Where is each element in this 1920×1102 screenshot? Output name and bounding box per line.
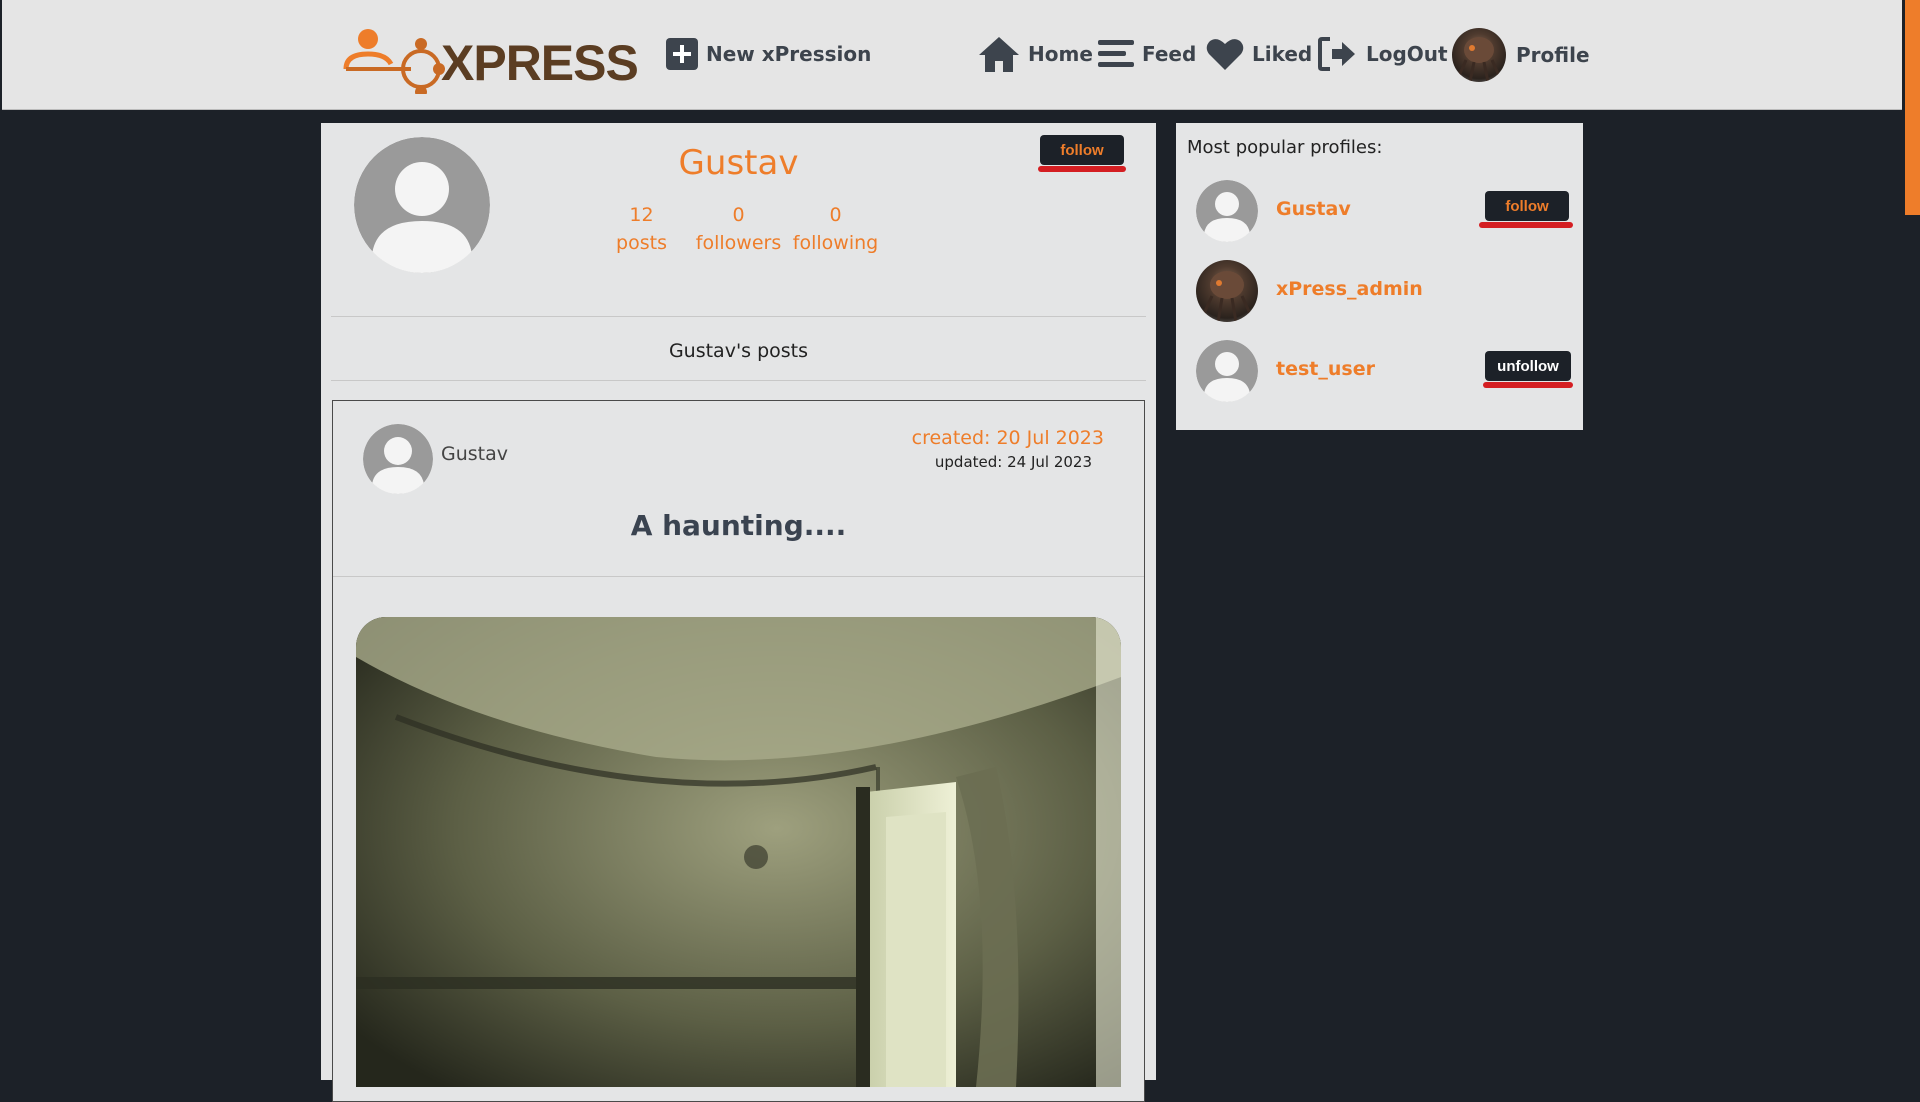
popular-profile-item: test_user unfollow: [1196, 340, 1576, 404]
stat-label: followers: [695, 232, 782, 254]
nav-new-xpression[interactable]: New xPression: [666, 34, 871, 74]
haunted-room-photo: [356, 617, 1121, 1087]
profile-avatar[interactable]: [1196, 180, 1258, 242]
profile-stats: 12 posts 0 followers 0 following: [321, 201, 1156, 257]
post-card[interactable]: Gustav created: 20 Jul 2023 updated: 24 …: [332, 400, 1145, 1102]
stat-posts[interactable]: 12 posts: [593, 201, 690, 257]
nav-liked-label: Liked: [1252, 42, 1313, 66]
nav-home-label: Home: [1028, 42, 1093, 66]
post-updated-date: updated: 24 Jul 2023: [934, 453, 1092, 471]
posts-heading: Gustav's posts: [668, 340, 809, 362]
nav-feed[interactable]: Feed: [1098, 34, 1196, 74]
nav-liked[interactable]: Liked: [1206, 34, 1312, 74]
profile-name-link[interactable]: xPress_admin: [1276, 278, 1423, 300]
logo-mark-icon: [343, 29, 445, 94]
post-image[interactable]: [356, 617, 1121, 1087]
stat-label: following: [792, 232, 879, 254]
divider: [331, 316, 1146, 317]
brand-text: XPRESS: [441, 35, 639, 91]
xpress-logo[interactable]: XPRESS: [341, 24, 639, 94]
page-scrollbar[interactable]: [1905, 0, 1920, 1080]
unfollow-underline: [1483, 382, 1573, 388]
post-divider: [333, 576, 1144, 577]
profile-name-link[interactable]: test_user: [1276, 358, 1375, 380]
nav-feed-label: Feed: [1142, 42, 1197, 66]
default-user-icon: [1196, 340, 1258, 402]
post-title[interactable]: A haunting....: [333, 509, 1144, 542]
default-user-icon: [363, 424, 433, 494]
post-author-avatar[interactable]: [363, 424, 433, 494]
post-created-date: created: 20 Jul 2023: [911, 427, 1104, 449]
scrollbar-thumb[interactable]: [1905, 0, 1920, 215]
top-navbar: XPRESS New xPression Home Feed Liked Log…: [2, 0, 1902, 110]
logout-icon: [1318, 37, 1358, 71]
home-icon: [978, 35, 1020, 73]
stat-label: posts: [616, 232, 667, 254]
nav-logout[interactable]: LogOut: [1318, 34, 1448, 74]
robot-icon: [1200, 271, 1254, 322]
nav-profile-label: Profile: [1516, 43, 1590, 67]
profile-name-link[interactable]: Gustav: [1276, 198, 1351, 220]
profile-name: Gustav: [678, 143, 799, 183]
stat-followers[interactable]: 0 followers: [690, 201, 787, 257]
heart-icon: [1206, 37, 1244, 71]
profile-avatar[interactable]: [1196, 340, 1258, 402]
unfollow-button[interactable]: unfollow: [1485, 351, 1571, 381]
follow-underline: [1479, 222, 1573, 228]
popular-profile-item: Gustav follow: [1196, 180, 1576, 244]
divider: [331, 380, 1146, 381]
menu-lines-icon: [1098, 39, 1134, 69]
default-user-icon: [1196, 180, 1258, 242]
nav-new-label: New xPression: [706, 42, 872, 66]
user-avatar: [1452, 28, 1506, 82]
stat-value: 0: [732, 204, 745, 226]
popular-profile-item: xPress_admin: [1196, 260, 1576, 324]
plus-square-icon: [666, 38, 698, 70]
stat-value: 12: [629, 204, 654, 226]
follow-underline: [1038, 166, 1126, 172]
stat-value: 0: [829, 204, 842, 226]
post-author-name[interactable]: Gustav: [441, 443, 508, 465]
follow-button[interactable]: follow: [1040, 135, 1124, 165]
profile-panel: Gustav 12 posts 0 followers 0 following …: [321, 123, 1156, 1102]
robot-avatar[interactable]: [1196, 260, 1258, 322]
sidebar-title: Most popular profiles:: [1187, 137, 1383, 158]
stat-following[interactable]: 0 following: [787, 201, 884, 257]
nav-home[interactable]: Home: [978, 34, 1093, 74]
popular-profiles-panel: Most popular profiles: Gustav follow xPr…: [1176, 123, 1583, 430]
nav-profile[interactable]: Profile: [1452, 27, 1590, 83]
follow-button[interactable]: follow: [1485, 191, 1569, 221]
nav-logout-label: LogOut: [1366, 42, 1448, 66]
